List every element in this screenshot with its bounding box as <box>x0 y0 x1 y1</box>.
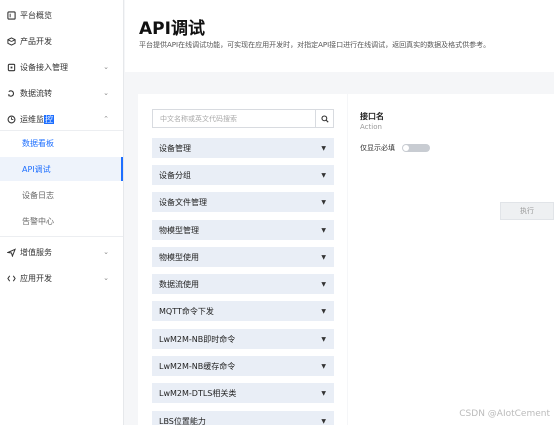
category-label: 设备文件管理 <box>159 197 207 207</box>
home-icon <box>6 10 16 20</box>
sub-label: API调试 <box>22 164 51 174</box>
chevron-down-icon: ⌄ <box>103 63 109 71</box>
category-item[interactable]: 设备分组 ▼ <box>152 165 334 185</box>
category-item[interactable]: 设备管理 ▼ <box>152 138 334 158</box>
sub-item-api-debug[interactable]: API调试 <box>0 157 123 181</box>
nav-item-app-dev[interactable]: 应用开发 ⌄ <box>0 266 123 290</box>
category-item[interactable]: LwM2M-NB缓存命令 ▼ <box>152 356 334 376</box>
search-input[interactable] <box>153 110 317 127</box>
chevron-down-icon: ⌄ <box>103 89 109 97</box>
watermark: CSDN @AIotCement <box>459 409 550 419</box>
box-icon <box>6 36 16 46</box>
nav-item-overview[interactable]: 平台概览 <box>0 3 123 27</box>
category-label: 数据流使用 <box>159 279 199 289</box>
code-icon <box>6 273 16 283</box>
nav-label: 数据流转 <box>20 88 52 98</box>
api-detail-panel: 接口名 Action 仅显示必填 执行 <box>348 94 554 425</box>
search-box <box>152 109 334 128</box>
category-item[interactable]: 设备文件管理 ▼ <box>152 192 334 212</box>
nav-label: 平台概览 <box>20 10 52 20</box>
search-icon <box>320 114 329 123</box>
category-item[interactable]: 物模型管理 ▼ <box>152 220 334 240</box>
category-item[interactable]: LwM2M-NB即时命令 ▼ <box>152 329 334 349</box>
category-label: MQTT命令下发 <box>159 306 214 316</box>
caret-down-icon: ▼ <box>321 280 326 288</box>
caret-down-icon: ▼ <box>321 226 326 234</box>
sub-item-alarm-center[interactable]: 告警中心 <box>0 209 123 233</box>
category-label: 物模型使用 <box>159 252 199 262</box>
monitor-icon <box>6 114 16 124</box>
category-item[interactable]: LwM2M-DTLS相关类 ▼ <box>152 383 334 403</box>
sub-item-data-dashboard[interactable]: 数据看板 <box>0 131 123 155</box>
caret-down-icon: ▼ <box>321 253 326 261</box>
category-label: 物模型管理 <box>159 225 199 235</box>
nav-item-product-dev[interactable]: 产品开发 <box>0 29 123 53</box>
category-label: LwM2M-NB即时命令 <box>159 334 236 344</box>
caret-down-icon: ▼ <box>321 335 326 343</box>
chevron-up-icon: ⌃ <box>103 115 109 123</box>
required-only-label: 仅显示必填 <box>360 144 395 152</box>
interface-action-label: Action <box>360 123 382 131</box>
caret-down-icon: ▼ <box>321 362 326 370</box>
search-button[interactable] <box>315 110 333 127</box>
api-list-panel: 设备管理 ▼ 设备分组 ▼ 设备文件管理 ▼ 物模型管理 ▼ 物模型使用 ▼ 数… <box>138 94 347 425</box>
caret-down-icon: ▼ <box>321 307 326 315</box>
category-item[interactable]: 物模型使用 ▼ <box>152 247 334 267</box>
nav-label: 应用开发 <box>20 273 52 283</box>
nav-label: 产品开发 <box>20 36 52 46</box>
chevron-down-icon: ⌄ <box>103 274 109 282</box>
page-description: 平台提供API在线调试功能，可实现在应用开发时，对指定API接口进行在线调试，返… <box>139 41 491 49</box>
text-selection-highlight: 控 <box>44 114 54 124</box>
divider <box>0 236 123 237</box>
category-item[interactable]: LBS位置能力 ▼ <box>152 411 334 425</box>
nav-label: 运维监控 <box>20 114 54 124</box>
send-icon <box>6 247 16 257</box>
caret-down-icon: ▼ <box>321 198 326 206</box>
category-label: LwM2M-NB缓存命令 <box>159 361 236 371</box>
interface-name-label: 接口名 <box>360 112 384 121</box>
chevron-down-icon: ⌄ <box>103 248 109 256</box>
nav-label: 设备接入管理 <box>20 62 68 72</box>
caret-down-icon: ▼ <box>321 144 326 152</box>
nav-label: 增值服务 <box>20 247 52 257</box>
caret-down-icon: ▼ <box>321 389 326 397</box>
sub-label: 告警中心 <box>22 216 54 226</box>
caret-down-icon: ▼ <box>321 171 326 179</box>
nav-item-value-added[interactable]: 增值服务 ⌄ <box>0 240 123 264</box>
nav-item-data-flow[interactable]: 数据流转 ⌄ <box>0 81 123 105</box>
flow-icon <box>6 88 16 98</box>
page-title: API调试 <box>139 19 205 39</box>
category-label: LwM2M-DTLS相关类 <box>159 388 237 398</box>
execute-button[interactable]: 执行 <box>500 202 554 220</box>
required-only-toggle[interactable] <box>402 144 430 152</box>
nav-item-ops-monitor[interactable]: 运维监控 ⌃ <box>0 107 123 131</box>
page-header: API调试 平台提供API在线调试功能，可实现在应用开发时，对指定API接口进行… <box>125 0 554 72</box>
nav-item-device-access[interactable]: 设备接入管理 ⌄ <box>0 55 123 79</box>
device-icon <box>6 62 16 72</box>
category-label: 设备管理 <box>159 143 191 153</box>
category-item[interactable]: 数据流使用 ▼ <box>152 274 334 294</box>
sub-label: 数据看板 <box>22 138 54 148</box>
toggle-knob <box>403 145 409 151</box>
category-label: LBS位置能力 <box>159 416 206 425</box>
caret-down-icon: ▼ <box>321 417 326 425</box>
sub-item-device-log[interactable]: 设备日志 <box>0 183 123 207</box>
sidebar: 平台概览 产品开发 设备接入管理 ⌄ 数据流转 ⌄ 运维监控 ⌃ 数据看板 AP… <box>0 0 124 425</box>
sub-label: 设备日志 <box>22 190 54 200</box>
category-item[interactable]: MQTT命令下发 ▼ <box>152 301 334 321</box>
category-label: 设备分组 <box>159 170 191 180</box>
